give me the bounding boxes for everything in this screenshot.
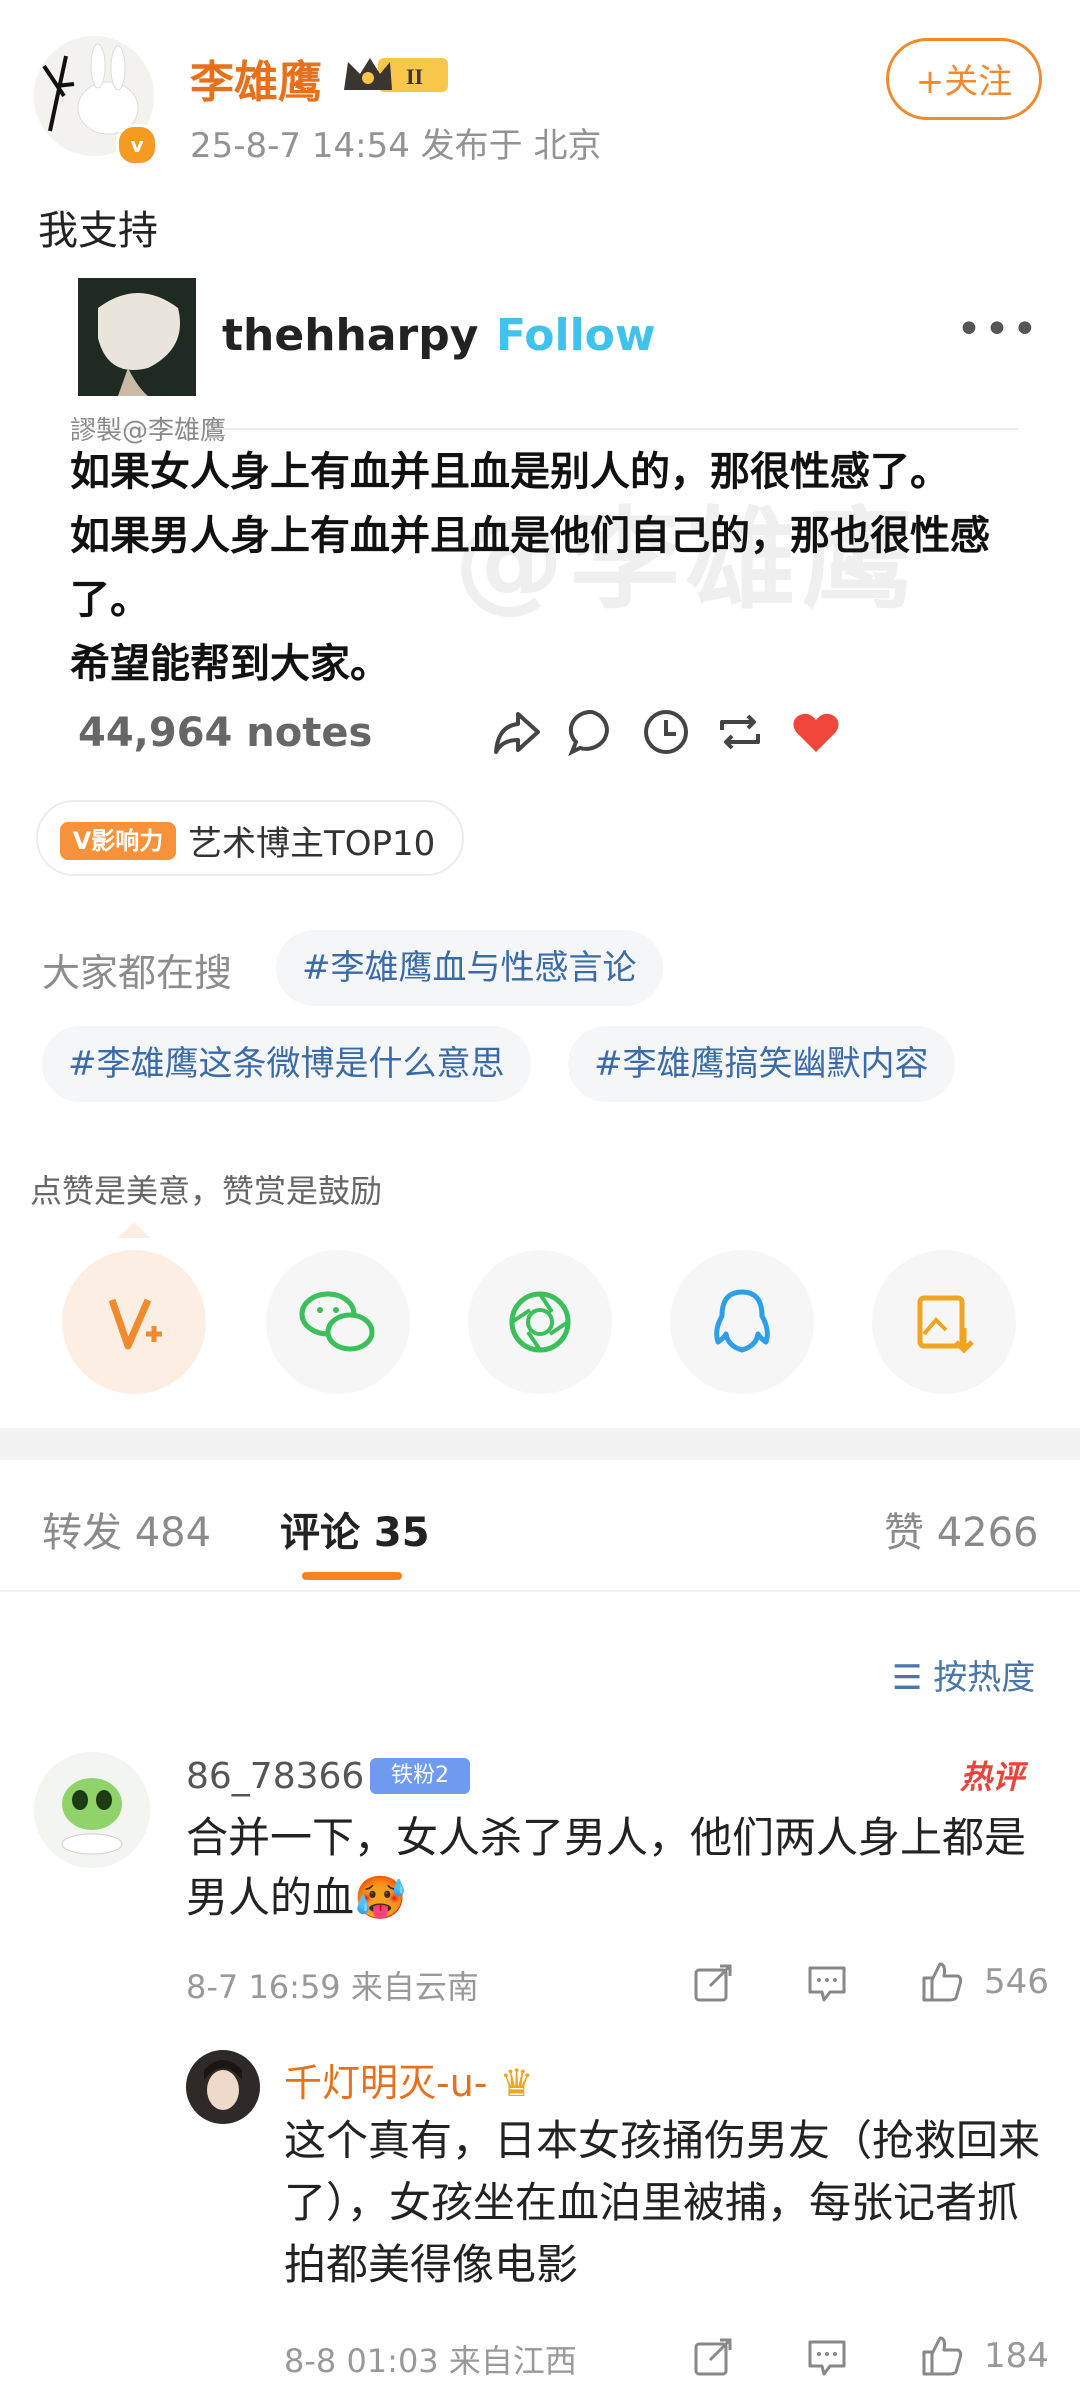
post-meta: 25-8-7 14:54 发布于 北京 — [190, 126, 602, 166]
trending-pill[interactable]: #李雄鹰这条微博是什么意思 — [42, 1026, 531, 1102]
comment-meta: 8-7 16:59 来自云南 — [186, 1968, 479, 2006]
replier-avatar[interactable] — [186, 2050, 260, 2124]
quote-line: 希望能帮到大家。 — [70, 641, 390, 687]
comment-icon[interactable] — [804, 2334, 850, 2380]
qq-icon — [714, 1289, 770, 1353]
v-plus-icon — [108, 1298, 162, 1350]
quote-text: 如果女人身上有血并且血是别人的，那很性感了。 如果男人身上有血并且血是他们自己的… — [70, 440, 1010, 696]
save-image-button[interactable] — [872, 1250, 1016, 1394]
wechat-share-button[interactable] — [266, 1250, 410, 1394]
influence-label: 艺术博主TOP10 — [188, 824, 436, 864]
reward-hint: 点赞是美意，赞赏是鼓励 — [30, 1172, 383, 1210]
save-image-icon — [917, 1295, 974, 1354]
hot-comment-badge: 热评 — [960, 1758, 1025, 1796]
tab-comments[interactable]: 评论 35 — [280, 1500, 430, 1558]
verified-badge-icon: v — [116, 124, 158, 166]
crown-level-icon: II — [344, 58, 448, 92]
more-icon: ••• — [956, 304, 1040, 355]
fan-level-badge: 铁粉2 — [370, 1758, 470, 1794]
trending-pill[interactable]: #李雄鹰血与性感言论 — [276, 930, 663, 1006]
comment-icon[interactable] — [804, 1960, 850, 2006]
reply-meta: 8-8 01:03 来自江西 — [284, 2342, 577, 2380]
comment-text: 合并一下，女人杀了男人，他们两人身上都是男人的血🥵 — [186, 1813, 1027, 1922]
sort-button[interactable]: ☰ 按热度 — [892, 1650, 1035, 1699]
trending-label: 大家都在搜 — [42, 951, 233, 995]
forward-icon[interactable] — [690, 2334, 736, 2380]
post-text: 我支持 — [38, 208, 158, 254]
author-name[interactable]: 李雄鹰 — [190, 46, 322, 110]
share-arrow-icon — [494, 712, 540, 754]
card-follow-label: Follow — [496, 310, 656, 361]
like-icon[interactable] — [918, 2332, 964, 2378]
tab-repost[interactable]: 转发 484 — [42, 1500, 211, 1558]
like-icon[interactable] — [918, 1958, 964, 2004]
like-count: 546 — [984, 1962, 1049, 2002]
replier-name-text: 千灯明灭-u- — [284, 2061, 488, 2105]
embedded-image[interactable]: thehharpy Follow ••• @李雄鹰 謬製@李雄鷹 如果女人身上有… — [44, 260, 1038, 780]
comment-bubble-icon — [568, 709, 609, 757]
quote-line: 如果男人身上有血并且血是他们自己的，那也很性感了。 — [70, 513, 990, 623]
v-plus-button[interactable] — [62, 1250, 206, 1394]
forward-icon[interactable] — [690, 1960, 736, 2006]
commenter-name[interactable]: 86_78366 — [186, 1756, 364, 1797]
card-account-name: thehharpy — [222, 310, 479, 361]
clock-icon — [644, 710, 688, 754]
crown-level-text: II — [406, 64, 423, 89]
commenter-avatar[interactable] — [34, 1752, 150, 1868]
moments-share-button[interactable] — [468, 1250, 612, 1394]
notes-count: 44,964 notes — [78, 710, 373, 756]
replier-name[interactable]: 千灯明灭-u- ♛ — [284, 2052, 534, 2107]
reblog-icon — [720, 714, 760, 750]
trending-pill[interactable]: #李雄鹰搞笑幽默内容 — [568, 1026, 955, 1102]
wechat-icon — [299, 1291, 375, 1352]
tabs-divider — [0, 1590, 1080, 1592]
qq-share-button[interactable] — [670, 1250, 814, 1394]
sort-label: 按热度 — [933, 1658, 1036, 1698]
heart-icon — [793, 713, 839, 752]
reply-text: 这个真有，日本女孩捅伤男友（抢救回来了），女孩坐在血泊里被捕，每张记者抓拍都美得… — [284, 2116, 1041, 2289]
quote-line: 如果女人身上有血并且血是别人的，那很性感了。 — [70, 449, 950, 495]
sort-icon: ☰ — [892, 1658, 934, 1698]
influence-badge: V影响力 — [60, 822, 176, 860]
section-divider — [0, 1428, 1080, 1460]
influence-tag[interactable]: V影响力 艺术博主TOP10 — [36, 800, 464, 876]
tab-likes[interactable]: 赞 4266 — [884, 1500, 1039, 1558]
active-tab-indicator — [302, 1572, 402, 1580]
card-avatar — [78, 278, 196, 396]
like-count: 184 — [984, 2336, 1049, 2376]
follow-button[interactable]: +关注 — [886, 38, 1042, 120]
hint-pointer — [118, 1222, 150, 1238]
crown-icon: ♛ — [499, 2061, 534, 2105]
moments-icon — [509, 1291, 571, 1353]
